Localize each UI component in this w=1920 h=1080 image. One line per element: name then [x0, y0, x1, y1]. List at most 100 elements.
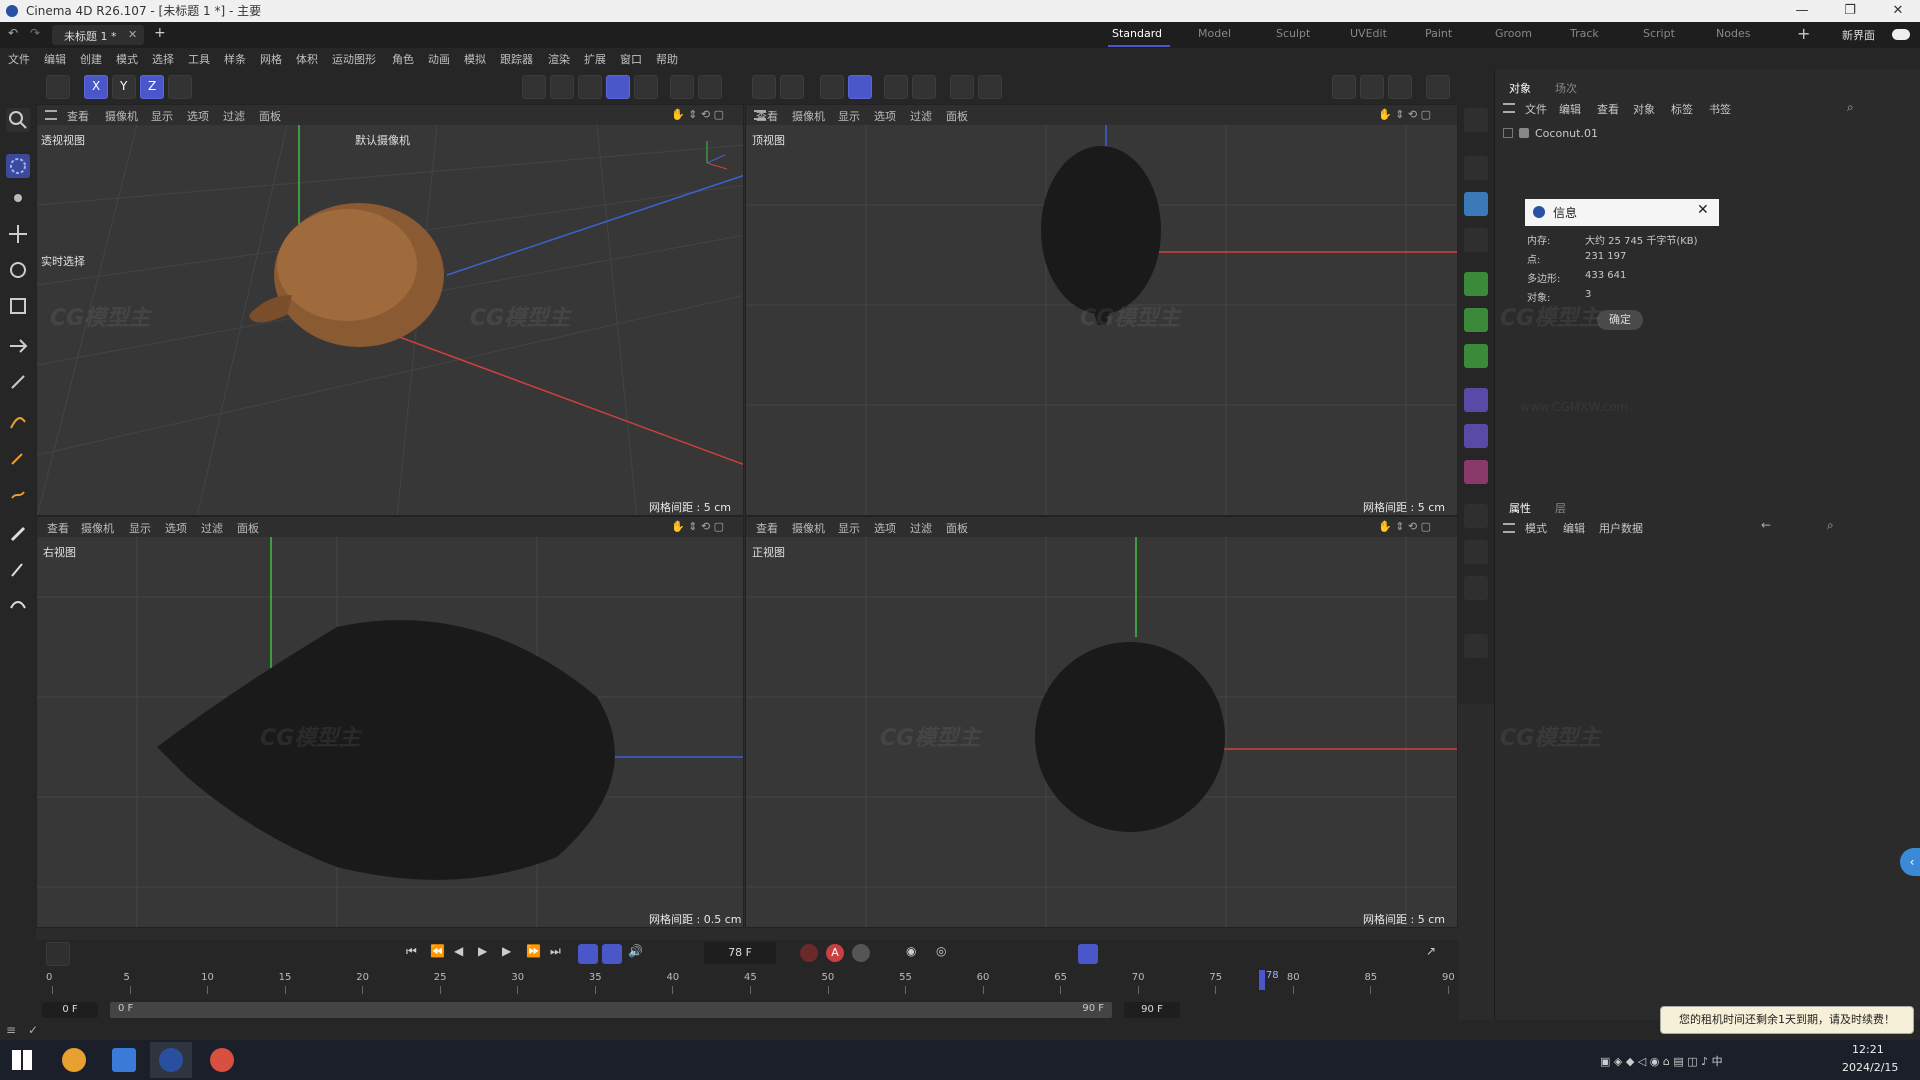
menu-item-14[interactable]: 渲染: [548, 51, 570, 67]
magnet-button[interactable]: [752, 75, 776, 99]
menu-item-17[interactable]: 帮助: [656, 51, 678, 67]
texture-mode-button[interactable]: [550, 75, 574, 99]
viewport-nav-icons[interactable]: ✋ ⇕ ⟲ ▢: [671, 108, 724, 121]
vp-menu-filter[interactable]: 过滤: [223, 108, 245, 124]
uv-mode-button[interactable]: [634, 75, 658, 99]
file-explorer-icon[interactable]: [112, 1048, 136, 1072]
environment-icon[interactable]: [1464, 504, 1488, 528]
subdivision-icon[interactable]: [1464, 272, 1488, 296]
x-axis-lock-button[interactable]: X: [84, 75, 108, 99]
vp-menu-panel[interactable]: 面板: [259, 108, 281, 124]
tweak-button[interactable]: [698, 75, 722, 99]
generator-icon[interactable]: [1464, 460, 1488, 484]
y-axis-lock-button[interactable]: Y: [112, 75, 136, 99]
goto-end-icon[interactable]: ⏭: [550, 944, 561, 959]
text-icon[interactable]: [1464, 228, 1488, 252]
live-selection-icon[interactable]: [6, 154, 30, 178]
start-frame-field[interactable]: 0 F: [42, 1002, 98, 1018]
hamburger-icon[interactable]: [1503, 523, 1515, 533]
minimize-icon[interactable]: —: [1782, 0, 1822, 22]
camera-label[interactable]: 默认摄像机: [355, 132, 410, 148]
vp-menu-panel[interactable]: 面板: [946, 520, 968, 536]
vp-menu-display[interactable]: 显示: [838, 520, 860, 536]
workplane-button[interactable]: [848, 75, 872, 99]
maximize-icon[interactable]: ❐: [1830, 0, 1870, 22]
om-menu-file[interactable]: 文件: [1525, 101, 1547, 117]
layout-tab-model[interactable]: Model: [1198, 27, 1231, 40]
timeline-mode-button[interactable]: [1078, 944, 1098, 964]
vp-menu-camera[interactable]: 摄像机: [792, 520, 825, 536]
am-menu-edit[interactable]: 编辑: [1563, 520, 1585, 536]
transfer-icon[interactable]: [6, 334, 30, 358]
light-icon[interactable]: [1464, 576, 1488, 600]
volume-icon[interactable]: [1464, 424, 1488, 448]
vp-menu-filter[interactable]: 过滤: [910, 108, 932, 124]
vp-menu-display[interactable]: 显示: [129, 520, 151, 536]
add-tab-icon[interactable]: +: [154, 25, 166, 41]
menu-item-3[interactable]: 模式: [116, 51, 138, 67]
menu-item-10[interactable]: 角色: [392, 51, 414, 67]
graph-editor-icon[interactable]: ↗: [1426, 944, 1436, 958]
spline-rectangle-icon[interactable]: [1464, 156, 1488, 180]
vp-menu-options[interactable]: 选项: [874, 108, 896, 124]
sound-icon[interactable]: 🔊: [628, 944, 643, 958]
loop-button[interactable]: [578, 944, 598, 964]
record-icon[interactable]: [800, 944, 818, 962]
menu-item-8[interactable]: 体积: [296, 51, 318, 67]
windows-start-icon[interactable]: [12, 1050, 32, 1070]
preview-range-button[interactable]: [602, 944, 622, 964]
back-arrow-icon[interactable]: ←: [1761, 518, 1771, 532]
tab-objects[interactable]: 对象: [1509, 80, 1531, 96]
vp-menu-camera[interactable]: 摄像机: [81, 520, 114, 536]
om-menu-edit[interactable]: 编辑: [1559, 101, 1581, 117]
render-to-viewer-button[interactable]: [1360, 75, 1384, 99]
layout-tab-script[interactable]: Script: [1643, 27, 1675, 40]
expand-icon[interactable]: [1503, 128, 1513, 138]
cinema4d-icon[interactable]: [159, 1048, 183, 1072]
am-menu-userdata[interactable]: 用户数据: [1599, 520, 1643, 536]
points-mode-button[interactable]: [578, 75, 602, 99]
undo-icon[interactable]: ↶: [8, 26, 18, 40]
viewport-right[interactable]: 查看 摄像机 显示 选项 过滤 面板 ✋ ⇕ ⟲ ▢ 右视图 网格间距 : 0.…: [36, 516, 744, 928]
autokey-icon[interactable]: A: [826, 944, 844, 962]
menu-icon[interactable]: ≡: [6, 1023, 16, 1037]
menu-item-15[interactable]: 扩展: [584, 51, 606, 67]
keyframe-settings-icon[interactable]: [852, 944, 870, 962]
render-settings-button[interactable]: [978, 75, 1002, 99]
vp-menu-display[interactable]: 显示: [151, 108, 173, 124]
snap-scale-icon[interactable]: [6, 370, 30, 394]
vp-menu-options[interactable]: 选项: [874, 520, 896, 536]
frame-ruler[interactable]: 0 5 10 15 20 25 30 35 40 45 50 55 60 65 70 75 80 85 90 78: [36, 970, 1458, 996]
menu-item-9[interactable]: 运动图形: [332, 51, 376, 67]
vp-menu-options[interactable]: 选项: [187, 108, 209, 124]
viewport-nav-icons[interactable]: ✋ ⇕ ⟲ ▢: [1378, 108, 1431, 121]
knife-icon[interactable]: [6, 558, 30, 582]
cube-icon[interactable]: [1464, 192, 1488, 216]
search-icon[interactable]: [6, 108, 30, 132]
prev-key-icon[interactable]: ⏪: [430, 944, 445, 958]
move-icon[interactable]: [6, 222, 30, 246]
document-tab[interactable]: 未标题 1 * ✕: [52, 25, 144, 45]
brush-icon[interactable]: [6, 522, 30, 546]
layout-tab-paint[interactable]: Paint: [1425, 27, 1452, 40]
rotate-icon[interactable]: [6, 258, 30, 282]
layout-tab-groom[interactable]: Groom: [1495, 27, 1532, 40]
om-menu-bookmarks[interactable]: 书签: [1709, 101, 1731, 117]
goto-start-icon[interactable]: ⏮: [406, 944, 417, 959]
chrome-icon[interactable]: [210, 1048, 234, 1072]
vp-menu-camera[interactable]: 摄像机: [105, 108, 138, 124]
om-menu-tags[interactable]: 标签: [1671, 101, 1693, 117]
tab-attributes[interactable]: 属性: [1509, 500, 1531, 516]
menu-item-6[interactable]: 样条: [224, 51, 246, 67]
menu-item-2[interactable]: 创建: [80, 51, 102, 67]
coordinate-system-button[interactable]: [168, 75, 192, 99]
vp-menu-filter[interactable]: 过滤: [910, 520, 932, 536]
vp-menu-panel[interactable]: 面板: [946, 108, 968, 124]
vp-menu-filter[interactable]: 过滤: [201, 520, 223, 536]
keyframe-icon[interactable]: [46, 942, 70, 966]
new-layout-label[interactable]: 新界面: [1842, 27, 1875, 43]
menu-item-16[interactable]: 窗口: [620, 51, 642, 67]
vp-menu-camera[interactable]: 摄像机: [792, 108, 825, 124]
vp-menu-view[interactable]: 查看: [756, 108, 778, 124]
key-rotation-icon[interactable]: ◎: [936, 944, 946, 958]
